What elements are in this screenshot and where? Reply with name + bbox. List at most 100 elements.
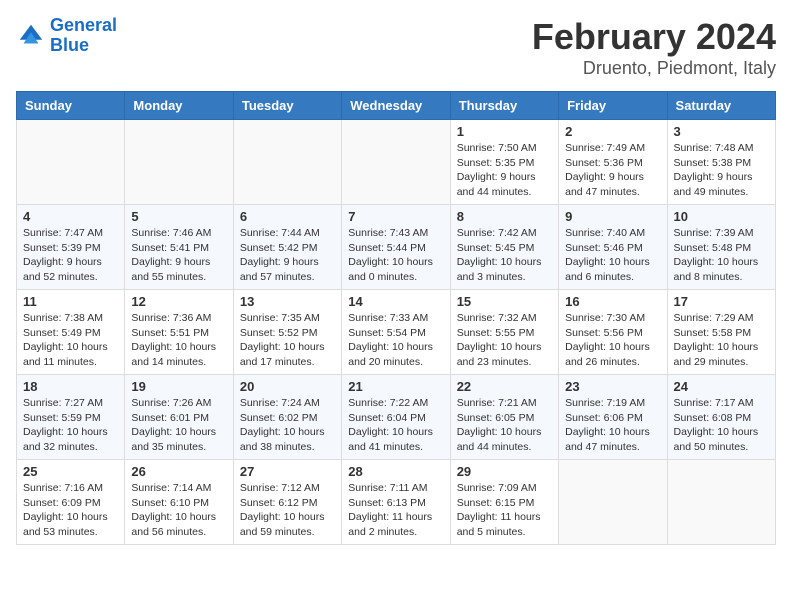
day-number: 28	[348, 464, 443, 479]
logo-text: General Blue	[50, 16, 117, 56]
calendar-title: February 2024	[532, 16, 776, 58]
table-cell: 27 Sunrise: 7:12 AM Sunset: 6:12 PM Dayli…	[233, 460, 341, 545]
table-cell: 3 Sunrise: 7:48 AM Sunset: 5:38 PM Daylig…	[667, 120, 775, 205]
day-number: 26	[131, 464, 226, 479]
day-number: 21	[348, 379, 443, 394]
table-cell: 29 Sunrise: 7:09 AM Sunset: 6:15 PM Dayli…	[450, 460, 558, 545]
weekday-header-row: Sunday Monday Tuesday Wednesday Thursday…	[17, 92, 776, 120]
day-info: Sunrise: 7:39 AM Sunset: 5:48 PM Dayligh…	[674, 226, 769, 285]
table-cell	[233, 120, 341, 205]
day-info: Sunrise: 7:12 AM Sunset: 6:12 PM Dayligh…	[240, 481, 335, 540]
day-info: Sunrise: 7:50 AM Sunset: 5:35 PM Dayligh…	[457, 141, 552, 200]
day-info: Sunrise: 7:19 AM Sunset: 6:06 PM Dayligh…	[565, 396, 660, 455]
day-info: Sunrise: 7:09 AM Sunset: 6:15 PM Dayligh…	[457, 481, 552, 540]
day-info: Sunrise: 7:22 AM Sunset: 6:04 PM Dayligh…	[348, 396, 443, 455]
table-cell: 15 Sunrise: 7:32 AM Sunset: 5:55 PM Dayli…	[450, 290, 558, 375]
day-number: 10	[674, 209, 769, 224]
day-number: 24	[674, 379, 769, 394]
table-cell: 20Sunrise: 7:24 AM Sunset: 6:02 PM Dayli…	[233, 375, 341, 460]
table-cell: 1 Sunrise: 7:50 AM Sunset: 5:35 PM Daylig…	[450, 120, 558, 205]
day-number: 27	[240, 464, 335, 479]
day-number: 23	[565, 379, 660, 394]
page-header: General Blue February 2024 Druento, Pied…	[16, 16, 776, 79]
table-cell: 14 Sunrise: 7:33 AM Sunset: 5:54 PM Dayli…	[342, 290, 450, 375]
week-row-2: 4 Sunrise: 7:47 AM Sunset: 5:39 PM Daylig…	[17, 205, 776, 290]
day-info: Sunrise: 7:29 AM Sunset: 5:58 PM Dayligh…	[674, 311, 769, 370]
day-number: 7	[348, 209, 443, 224]
day-number: 6	[240, 209, 335, 224]
day-info: Sunrise: 7:47 AM Sunset: 5:39 PM Dayligh…	[23, 226, 118, 285]
day-number: 18	[23, 379, 118, 394]
day-info: Sunrise: 7:48 AM Sunset: 5:38 PM Dayligh…	[674, 141, 769, 200]
logo-icon	[16, 21, 46, 51]
header-friday: Friday	[559, 92, 667, 120]
day-info: Sunrise: 7:30 AM Sunset: 5:56 PM Dayligh…	[565, 311, 660, 370]
day-number: 12	[131, 294, 226, 309]
header-saturday: Saturday	[667, 92, 775, 120]
day-number: 1	[457, 124, 552, 139]
day-number: 19	[131, 379, 226, 394]
table-cell: 18Sunrise: 7:27 AM Sunset: 5:59 PM Dayli…	[17, 375, 125, 460]
day-info: Sunrise: 7:11 AM Sunset: 6:13 PM Dayligh…	[348, 481, 443, 540]
day-number: 3	[674, 124, 769, 139]
calendar-table: Sunday Monday Tuesday Wednesday Thursday…	[16, 91, 776, 545]
day-number: 9	[565, 209, 660, 224]
day-number: 11	[23, 294, 118, 309]
table-cell: 26Sunrise: 7:14 AM Sunset: 6:10 PM Dayli…	[125, 460, 233, 545]
day-info: Sunrise: 7:36 AM Sunset: 5:51 PM Dayligh…	[131, 311, 226, 370]
day-info: Sunrise: 7:16 AM Sunset: 6:09 PM Dayligh…	[23, 481, 118, 540]
table-cell	[667, 460, 775, 545]
day-number: 4	[23, 209, 118, 224]
table-cell: 10 Sunrise: 7:39 AM Sunset: 5:48 PM Dayli…	[667, 205, 775, 290]
table-cell: 13Sunrise: 7:35 AM Sunset: 5:52 PM Dayli…	[233, 290, 341, 375]
day-number: 8	[457, 209, 552, 224]
calendar-subtitle: Druento, Piedmont, Italy	[532, 58, 776, 79]
week-row-4: 18Sunrise: 7:27 AM Sunset: 5:59 PM Dayli…	[17, 375, 776, 460]
table-cell: 7 Sunrise: 7:43 AM Sunset: 5:44 PM Daylig…	[342, 205, 450, 290]
logo-name-part2: Blue	[50, 35, 89, 55]
day-number: 20	[240, 379, 335, 394]
table-cell: 22Sunrise: 7:21 AM Sunset: 6:05 PM Dayli…	[450, 375, 558, 460]
table-cell: 6 Sunrise: 7:44 AM Sunset: 5:42 PM Daylig…	[233, 205, 341, 290]
table-cell	[559, 460, 667, 545]
day-info: Sunrise: 7:17 AM Sunset: 6:08 PM Dayligh…	[674, 396, 769, 455]
table-cell: 2 Sunrise: 7:49 AM Sunset: 5:36 PM Daylig…	[559, 120, 667, 205]
logo-name-part1: General	[50, 15, 117, 35]
week-row-5: 25Sunrise: 7:16 AM Sunset: 6:09 PM Dayli…	[17, 460, 776, 545]
day-info: Sunrise: 7:42 AM Sunset: 5:45 PM Dayligh…	[457, 226, 552, 285]
table-cell	[17, 120, 125, 205]
day-number: 2	[565, 124, 660, 139]
day-info: Sunrise: 7:40 AM Sunset: 5:46 PM Dayligh…	[565, 226, 660, 285]
day-number: 5	[131, 209, 226, 224]
header-tuesday: Tuesday	[233, 92, 341, 120]
table-cell: 23 Sunrise: 7:19 AM Sunset: 6:06 PM Dayli…	[559, 375, 667, 460]
day-info: Sunrise: 7:35 AM Sunset: 5:52 PM Dayligh…	[240, 311, 335, 370]
table-cell	[125, 120, 233, 205]
day-info: Sunrise: 7:43 AM Sunset: 5:44 PM Dayligh…	[348, 226, 443, 285]
table-cell: 17 Sunrise: 7:29 AM Sunset: 5:58 PM Dayli…	[667, 290, 775, 375]
table-cell: 12 Sunrise: 7:36 AM Sunset: 5:51 PM Dayli…	[125, 290, 233, 375]
table-cell: 4 Sunrise: 7:47 AM Sunset: 5:39 PM Daylig…	[17, 205, 125, 290]
week-row-3: 11Sunrise: 7:38 AM Sunset: 5:49 PM Dayli…	[17, 290, 776, 375]
table-cell: 21 Sunrise: 7:22 AM Sunset: 6:04 PM Dayli…	[342, 375, 450, 460]
day-number: 17	[674, 294, 769, 309]
table-cell: 11Sunrise: 7:38 AM Sunset: 5:49 PM Dayli…	[17, 290, 125, 375]
day-info: Sunrise: 7:44 AM Sunset: 5:42 PM Dayligh…	[240, 226, 335, 285]
day-info: Sunrise: 7:49 AM Sunset: 5:36 PM Dayligh…	[565, 141, 660, 200]
table-cell: 16Sunrise: 7:30 AM Sunset: 5:56 PM Dayli…	[559, 290, 667, 375]
header-wednesday: Wednesday	[342, 92, 450, 120]
day-number: 14	[348, 294, 443, 309]
day-info: Sunrise: 7:33 AM Sunset: 5:54 PM Dayligh…	[348, 311, 443, 370]
table-cell: 19 Sunrise: 7:26 AM Sunset: 6:01 PM Dayli…	[125, 375, 233, 460]
table-cell: 8 Sunrise: 7:42 AM Sunset: 5:45 PM Daylig…	[450, 205, 558, 290]
table-cell: 5 Sunrise: 7:46 AM Sunset: 5:41 PM Daylig…	[125, 205, 233, 290]
table-cell: 28 Sunrise: 7:11 AM Sunset: 6:13 PM Dayli…	[342, 460, 450, 545]
day-number: 29	[457, 464, 552, 479]
header-sunday: Sunday	[17, 92, 125, 120]
day-info: Sunrise: 7:46 AM Sunset: 5:41 PM Dayligh…	[131, 226, 226, 285]
day-number: 22	[457, 379, 552, 394]
day-info: Sunrise: 7:26 AM Sunset: 6:01 PM Dayligh…	[131, 396, 226, 455]
day-info: Sunrise: 7:32 AM Sunset: 5:55 PM Dayligh…	[457, 311, 552, 370]
table-cell: 25Sunrise: 7:16 AM Sunset: 6:09 PM Dayli…	[17, 460, 125, 545]
day-number: 15	[457, 294, 552, 309]
